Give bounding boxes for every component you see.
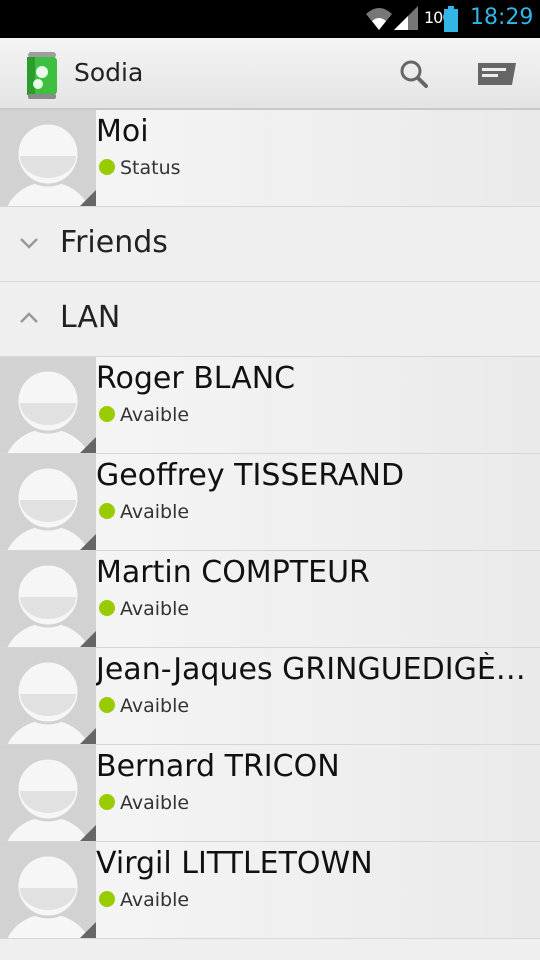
presence-indicator bbox=[99, 794, 115, 810]
soda-can-icon[interactable] bbox=[24, 50, 60, 100]
chevron-down-icon bbox=[20, 238, 38, 249]
group-label: LAN bbox=[60, 300, 121, 335]
group-label: Friends bbox=[60, 225, 168, 260]
contact-row[interactable]: Geoffrey TISSERAND Avaible bbox=[0, 454, 540, 551]
avatar bbox=[0, 551, 96, 647]
avatar bbox=[0, 842, 96, 938]
wifi-icon bbox=[366, 8, 392, 30]
battery-icon bbox=[444, 6, 458, 32]
contact-row[interactable]: Martin COMPTEUR Avaible bbox=[0, 551, 540, 648]
contact-name: Virgil LITTLETOWN bbox=[96, 846, 373, 881]
avatar bbox=[0, 454, 96, 550]
clock: 18:29 bbox=[470, 5, 534, 30]
signal-icon bbox=[394, 6, 418, 30]
group-header-lan[interactable]: LAN bbox=[0, 282, 540, 357]
presence-indicator bbox=[99, 891, 115, 907]
search-icon[interactable] bbox=[390, 50, 436, 96]
presence-indicator bbox=[99, 159, 115, 175]
contact-name: Jean-Jaques GRINGUEDIGÈ… bbox=[96, 652, 526, 687]
contact-name: Martin COMPTEUR bbox=[96, 555, 370, 590]
message-icon[interactable] bbox=[470, 50, 522, 96]
avatar bbox=[0, 745, 96, 841]
contact-name: Geoffrey TISSERAND bbox=[96, 458, 405, 493]
chevron-up-icon bbox=[20, 312, 38, 323]
contact-row[interactable]: Roger BLANC Avaible bbox=[0, 357, 540, 454]
my-profile-row[interactable]: Moi Status bbox=[0, 110, 540, 207]
action-bar: Sodia bbox=[0, 38, 540, 110]
contact-row[interactable]: Jean-Jaques GRINGUEDIGÈ… Avaible bbox=[0, 648, 540, 745]
contact-name: Moi bbox=[96, 114, 149, 149]
avatar bbox=[0, 357, 96, 453]
status-text: Avaible bbox=[120, 695, 190, 717]
avatar bbox=[0, 648, 96, 744]
status-text: Avaible bbox=[120, 598, 190, 620]
status-text: Avaible bbox=[120, 501, 190, 523]
contact-row[interactable]: Bernard TRICON Avaible bbox=[0, 745, 540, 842]
presence-indicator bbox=[99, 697, 115, 713]
status-text: Avaible bbox=[120, 889, 190, 911]
contact-name: Roger BLANC bbox=[96, 361, 296, 396]
status-text: Avaible bbox=[120, 792, 190, 814]
contact-name: Bernard TRICON bbox=[96, 749, 340, 784]
app-title: Sodia bbox=[74, 58, 144, 87]
presence-indicator bbox=[99, 406, 115, 422]
avatar bbox=[0, 110, 96, 206]
presence-indicator bbox=[99, 503, 115, 519]
status-text[interactable]: Status bbox=[120, 157, 181, 179]
contact-list: Moi Status Friends LAN Roger BLANC Avaib… bbox=[0, 110, 540, 939]
status-bar: 100 18:29 bbox=[0, 0, 540, 38]
contact-row[interactable]: Virgil LITTLETOWN Avaible bbox=[0, 842, 540, 939]
presence-indicator bbox=[99, 600, 115, 616]
group-header-friends[interactable]: Friends bbox=[0, 207, 540, 282]
status-text: Avaible bbox=[120, 404, 190, 426]
